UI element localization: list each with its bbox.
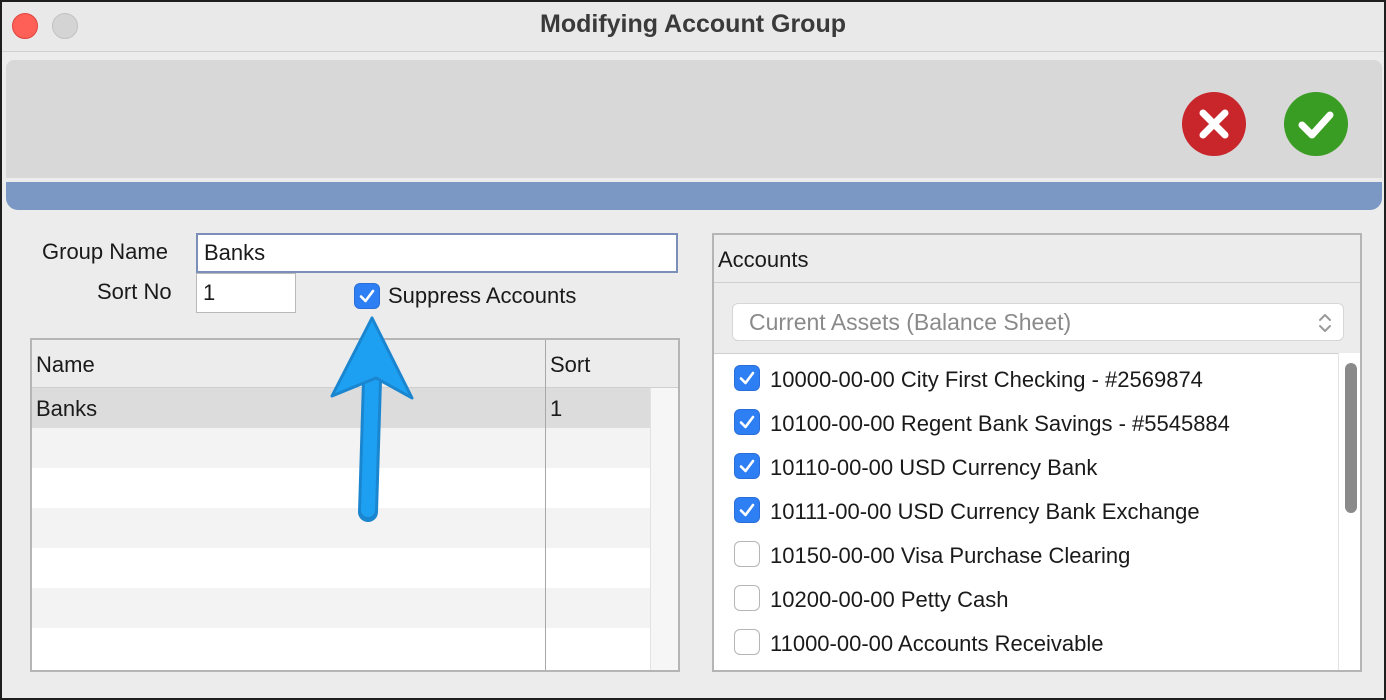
account-label: 11000-00-00 Accounts Receivable: [770, 631, 1104, 656]
accounts-panel: Accounts Current Assets (Balance Sheet) …: [712, 233, 1362, 672]
account-label: 10111-00-00 USD Currency Bank Exchange: [770, 499, 1200, 524]
modify-account-group-window: Modifying Account Group Group Name Sort …: [0, 0, 1386, 700]
account-checkbox[interactable]: [734, 541, 760, 567]
row-name-cell: Banks: [36, 396, 98, 421]
empty-table-row: [32, 628, 650, 668]
account-label: 10200-00-00 Petty Cash: [770, 587, 1009, 612]
account-checkbox[interactable]: [734, 497, 760, 523]
account-list-item[interactable]: 10000-00-00 City First Checking - #25698…: [734, 362, 1334, 398]
group-name-label: Group Name: [42, 239, 168, 264]
header-accent-bar: [6, 182, 1382, 210]
sort-no-input[interactable]: [196, 273, 296, 313]
account-checkbox[interactable]: [734, 409, 760, 435]
checkmark-icon: [739, 503, 755, 517]
account-category-select[interactable]: Current Assets (Balance Sheet): [732, 303, 1344, 341]
account-label: 10110-00-00 USD Currency Bank: [770, 455, 1098, 480]
title-bar: Modifying Account Group: [2, 2, 1384, 52]
column-header-sort[interactable]: Sort: [550, 352, 590, 378]
accounts-header: Accounts: [714, 235, 1360, 283]
account-list-item[interactable]: 10100-00-00 Regent Bank Savings - #55458…: [734, 406, 1334, 442]
column-divider[interactable]: [545, 340, 546, 670]
group-name-input[interactable]: [196, 233, 678, 273]
empty-table-row: [32, 548, 650, 588]
ok-button[interactable]: [1284, 92, 1348, 156]
account-list-item[interactable]: 10110-00-00 USD Currency Bank: [734, 450, 1334, 486]
checkmark-icon: [739, 415, 755, 429]
account-category-value: Current Assets (Balance Sheet): [749, 309, 1072, 335]
account-checkbox[interactable]: [734, 453, 760, 479]
close-icon: [1199, 109, 1229, 139]
row-sort-cell: 1: [550, 396, 563, 421]
accounts-list: 10000-00-00 City First Checking - #25698…: [714, 353, 1338, 670]
checkmark-icon: [739, 371, 755, 385]
cancel-button[interactable]: [1182, 92, 1246, 156]
account-list-item[interactable]: 10200-00-00 Petty Cash: [734, 582, 1334, 618]
accounts-scroll-thumb[interactable]: [1345, 363, 1357, 513]
window-title: Modifying Account Group: [540, 10, 846, 38]
toolbar: [6, 60, 1382, 178]
annotation-arrow-icon: [330, 316, 414, 522]
accounts-title: Accounts: [718, 247, 809, 272]
account-checkbox[interactable]: [734, 365, 760, 391]
account-list-item[interactable]: 10150-00-00 Visa Purchase Clearing: [734, 538, 1334, 574]
column-header-name[interactable]: Name: [36, 352, 95, 378]
suppress-accounts-checkbox[interactable]: [354, 283, 380, 309]
checkmark-icon: [1298, 111, 1334, 139]
table-scrollbar[interactable]: [650, 388, 678, 670]
empty-table-row: [32, 588, 650, 628]
account-checkbox[interactable]: [734, 629, 760, 655]
account-checkbox[interactable]: [734, 585, 760, 611]
sort-no-label: Sort No: [97, 279, 172, 304]
account-label: 10100-00-00 Regent Bank Savings - #55458…: [770, 411, 1230, 436]
account-list-item[interactable]: 11000-00-00 Accounts Receivable: [734, 626, 1334, 662]
suppress-accounts-label: Suppress Accounts: [388, 283, 577, 308]
account-label: 10000-00-00 City First Checking - #25698…: [770, 367, 1203, 392]
checkmark-icon: [359, 289, 375, 303]
account-list-item[interactable]: 10111-00-00 USD Currency Bank Exchange: [734, 494, 1334, 530]
chevron-updown-icon: [1319, 314, 1331, 332]
account-label: 10150-00-00 Visa Purchase Clearing: [770, 543, 1131, 568]
checkmark-icon: [739, 459, 755, 473]
accounts-scrollbar[interactable]: [1338, 353, 1360, 670]
